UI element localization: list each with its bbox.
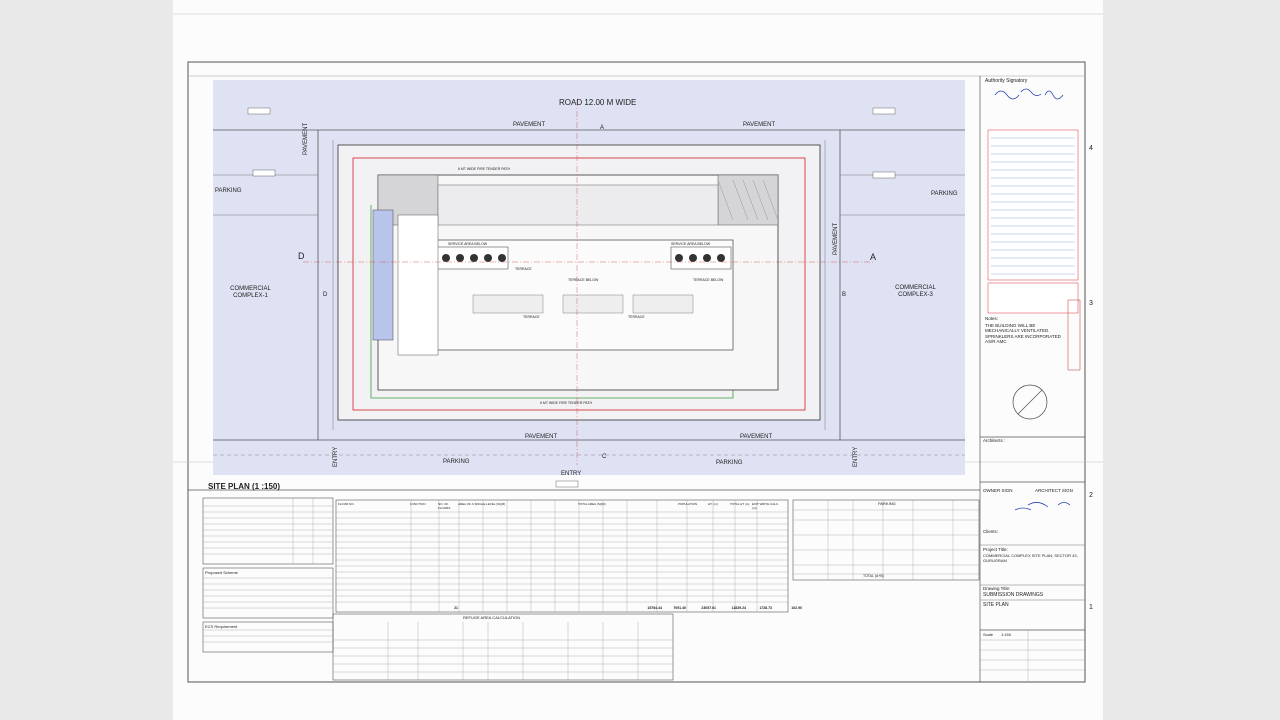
total-exit-width: 102.90 xyxy=(791,606,802,610)
main-area-table-total: 21 15764.44 7091.40 23057.61 11829.24 17… xyxy=(338,606,802,610)
owner-sign: OWNER SIGN xyxy=(983,488,1013,493)
architects-label: Architects : xyxy=(983,438,1006,443)
notes-label: Notes: xyxy=(985,316,999,321)
pavement-top-left: PAVEMENT xyxy=(513,122,546,128)
submission-drawings: SUBMISSION DRAWINGS xyxy=(983,592,1044,598)
pavement-left-vertical: PAVEMENT xyxy=(303,122,309,155)
header-population: POPULATION xyxy=(678,502,698,506)
header-total-area: TOTAL AREA (SQM) xyxy=(578,502,606,506)
parking-bottom-left: PARKING xyxy=(443,459,470,465)
total-floors: 21 xyxy=(454,606,458,610)
proposed-scheme-label: Proposed Scheme xyxy=(205,570,238,575)
tender-path-bottom: 6 MT WIDE FIRE TENDER PATH xyxy=(540,401,593,405)
header-floors: NO. OF FLOORS xyxy=(438,502,451,510)
parking-right: PARKING xyxy=(931,191,958,197)
parking-table-total: TOTAL (A+B) xyxy=(863,574,884,578)
header-height: HT. (m) xyxy=(708,502,718,506)
terrace-center: TERRACE xyxy=(523,315,540,319)
tender-path-top: 6 MT WIDE FIRE TENDER PATH xyxy=(458,167,511,171)
parking-table-title: PARKING xyxy=(878,501,896,506)
ecs-requirement-label: ECS Requirement xyxy=(205,624,238,629)
authority-signatory: Authority Signatory xyxy=(985,78,1028,84)
total-covered-area: 23057.61 xyxy=(701,606,716,610)
site-plan-label: SITE PLAN xyxy=(983,602,1009,608)
site-plan-drawing xyxy=(173,13,1103,683)
road-title: ROAD 12.00 M WIDE xyxy=(559,98,637,107)
section-mark-d-circle: D xyxy=(323,292,328,298)
terrace-left: TERRACE xyxy=(515,267,532,271)
total-carpet-area: 11829.24 xyxy=(731,606,746,610)
entry-center: ENTRY xyxy=(561,471,582,477)
section-mark-d-left: D xyxy=(298,251,305,261)
section-mark-c: C xyxy=(602,454,607,460)
header-exit-width: EXIT WIDTH CALC. (m) xyxy=(752,502,779,510)
scale-label: Scale xyxy=(983,632,994,637)
service-area-right: SERVICE AREA BELOW xyxy=(671,242,711,246)
terrace-below-1: TERRACE BELOW xyxy=(568,278,599,282)
section-mark-b: B xyxy=(842,292,847,298)
section-mark-a-right: A xyxy=(870,252,877,262)
header-function: FUNCTION xyxy=(410,502,426,506)
row-number-3: 3 xyxy=(1089,300,1093,307)
entry-left: ENTRY xyxy=(333,446,339,467)
header-single-area: AREA OF A SINGLE LEVEL (SQM) xyxy=(458,502,506,506)
pavement-bottom-left: PAVEMENT xyxy=(525,434,558,440)
terrace-below-2: TERRACE BELOW xyxy=(693,278,724,282)
commercial-complex-3: COMMERCIAL COMPLEX-3 xyxy=(895,285,936,299)
row-number-2: 2 xyxy=(1089,492,1093,499)
terrace-right: TERRACE xyxy=(628,315,645,319)
header-floor: FLOOR NO. xyxy=(338,502,355,506)
row-number-1: 1 xyxy=(1089,604,1093,611)
commercial-complex-1: COMMERCIAL COMPLEX-1 xyxy=(230,286,271,300)
total-far-area: 15764.44 xyxy=(647,606,662,610)
refuge-table-title: REFUGE AREA CALCULATION xyxy=(463,615,521,620)
drawing-sheet: ROAD 12.00 M WIDE PAVEMENT PAVEMENT PAVE… xyxy=(173,0,1103,720)
clients-label: Clients: xyxy=(983,529,999,534)
project-name: COMMERCIAL COMPLEX SITE PLAN, SECTOR 43,… xyxy=(983,553,1078,563)
project-title-label: Project Title: xyxy=(983,547,1008,552)
parking-left: PARKING xyxy=(215,188,242,194)
row-number-4: 4 xyxy=(1089,145,1093,152)
architect-sign: ARCHITECT SIGN xyxy=(1035,488,1073,493)
service-area-left: SERVICE AREA BELOW xyxy=(448,242,488,246)
site-plan-title: SITE PLAN (1 :150) xyxy=(208,482,281,491)
section-mark-a-top: A xyxy=(600,125,605,131)
scale-value: 1:150 xyxy=(1001,632,1012,637)
pavement-bottom-right: PAVEMENT xyxy=(740,434,773,440)
drawing-title-label: Drawing Title: xyxy=(983,586,1011,591)
main-area-table-header: FLOOR NO. FUNCTION NO. OF FLOORS AREA OF… xyxy=(338,502,782,510)
parking-bottom-right: PARKING xyxy=(716,460,743,466)
total-population: 1728.73 xyxy=(759,606,772,610)
entry-right: ENTRY xyxy=(853,446,859,467)
header-total-height: TOTAL HT (m) xyxy=(730,502,750,506)
pavement-top-right: PAVEMENT xyxy=(743,122,776,128)
pavement-right-vertical: PAVEMENT xyxy=(833,222,839,255)
note-2: SPRINKLERS ARE INCORPORATED AS/R AMC xyxy=(985,334,1061,345)
note-1: THE BUILDING WILL BE MECHANICALLY VENTIL… xyxy=(985,323,1050,334)
total-nonfar-area: 7091.40 xyxy=(673,606,686,610)
